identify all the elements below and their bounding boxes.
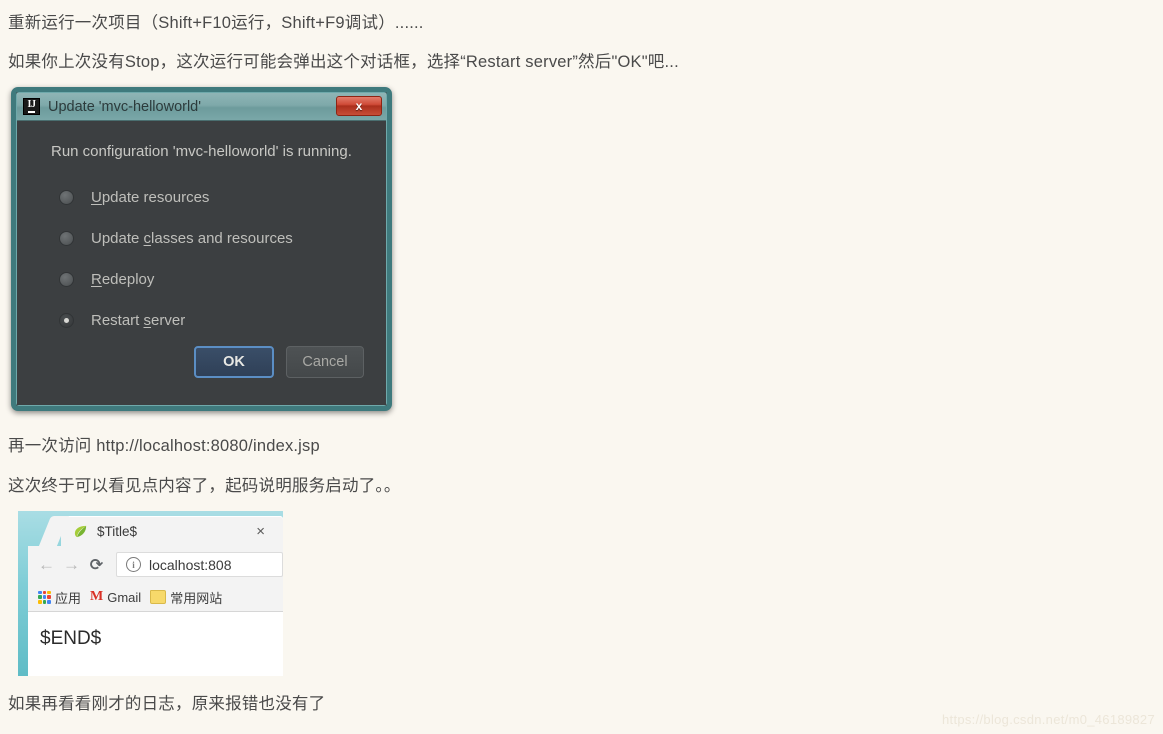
bookmark-label-frequent-sites: 常用网站: [170, 590, 223, 606]
bookmark-frequent-sites[interactable]: 常用网站: [148, 588, 224, 607]
paragraph-no-errors: 如果再看看刚才的日志，原来报错也没有了: [8, 695, 326, 713]
site-info-icon[interactable]: i: [126, 557, 141, 572]
apps-grid-icon: [38, 590, 51, 604]
address-bar-url: localhost:808: [149, 556, 232, 573]
reload-icon[interactable]: ⟳: [84, 555, 109, 575]
folder-icon: [150, 590, 167, 604]
dialog-button-row: OK Cancel: [194, 346, 364, 378]
paragraph-visit-url: 再一次访问 http://localhost:8080/index.jsp: [8, 437, 320, 455]
forward-icon[interactable]: →: [59, 555, 84, 575]
radio-label-update-classes-and-resources: Update classes and resources: [91, 230, 293, 247]
browser-page-viewport: $END$: [28, 612, 283, 676]
update-options-group: Update resources Update classes and reso…: [59, 177, 366, 341]
dialog-message: Run configuration 'mvc-helloworld' is ru…: [51, 143, 352, 160]
radio-label-redeploy: Redeploy: [91, 271, 155, 288]
cancel-button[interactable]: Cancel: [286, 346, 364, 378]
update-dialog: IJ Update 'mvc-helloworld' x Run configu…: [11, 87, 392, 411]
browser-tabstrip: $Title$ ×: [18, 511, 283, 546]
radio-redeploy[interactable]: Redeploy: [59, 259, 366, 300]
intellij-idea-icon: IJ: [23, 98, 40, 115]
close-icon[interactable]: x: [336, 96, 382, 116]
radio-update-resources[interactable]: Update resources: [59, 177, 366, 218]
radio-icon: [59, 231, 74, 246]
radio-icon: [59, 272, 74, 287]
bookmark-apps[interactable]: 应用: [36, 588, 83, 607]
paragraph-service-started: 这次终于可以看见点内容了，起码说明服务启动了。。: [8, 477, 401, 495]
dialog-titlebar: IJ Update 'mvc-helloworld' x: [17, 93, 386, 121]
radio-icon: [59, 190, 74, 205]
browser-toolbar: ← → ⟳ i localhost:808: [28, 546, 283, 583]
watermark: https://blog.csdn.net/m0_46189827: [942, 712, 1155, 727]
browser-screenshot: $Title$ × ← → ⟳ i localhost:808 应用 M Gma…: [18, 511, 283, 676]
back-icon[interactable]: ←: [34, 555, 59, 575]
tab-title: $Title$: [97, 523, 138, 539]
page-body-text: $END$: [40, 628, 102, 649]
radio-restart-server[interactable]: Restart server: [59, 300, 366, 341]
radio-update-classes-and-resources[interactable]: Update classes and resources: [59, 218, 366, 259]
address-bar[interactable]: i localhost:808: [116, 552, 283, 577]
tomcat-leaf-icon: [73, 524, 88, 539]
gmail-icon: M: [90, 589, 104, 604]
bookmark-label-gmail: Gmail: [107, 589, 142, 605]
dialog-body: Run configuration 'mvc-helloworld' is ru…: [17, 122, 386, 405]
ok-button[interactable]: OK: [194, 346, 274, 378]
paragraph-restart-hint: 如果你上次没有Stop，这次运行可能会弹出这个对话框，选择“Restart se…: [8, 53, 679, 71]
dialog-inner-border: IJ Update 'mvc-helloworld' x Run configu…: [16, 92, 387, 406]
radio-icon-selected: [59, 313, 74, 328]
bookmark-label-apps: 应用: [55, 590, 82, 606]
radio-label-restart-server: Restart server: [91, 312, 186, 329]
tab-close-icon[interactable]: ×: [256, 523, 265, 540]
bookmark-gmail[interactable]: M Gmail: [88, 590, 143, 605]
paragraph-rerun-project: 重新运行一次项目（Shift+F10运行，Shift+F9调试）......: [8, 14, 424, 32]
dialog-title: Update 'mvc-helloworld': [48, 98, 202, 115]
radio-label-update-resources: Update resources: [91, 189, 210, 206]
browser-tab[interactable]: $Title$ ×: [61, 516, 283, 546]
bookmarks-bar: 应用 M Gmail 常用网站: [28, 583, 283, 612]
